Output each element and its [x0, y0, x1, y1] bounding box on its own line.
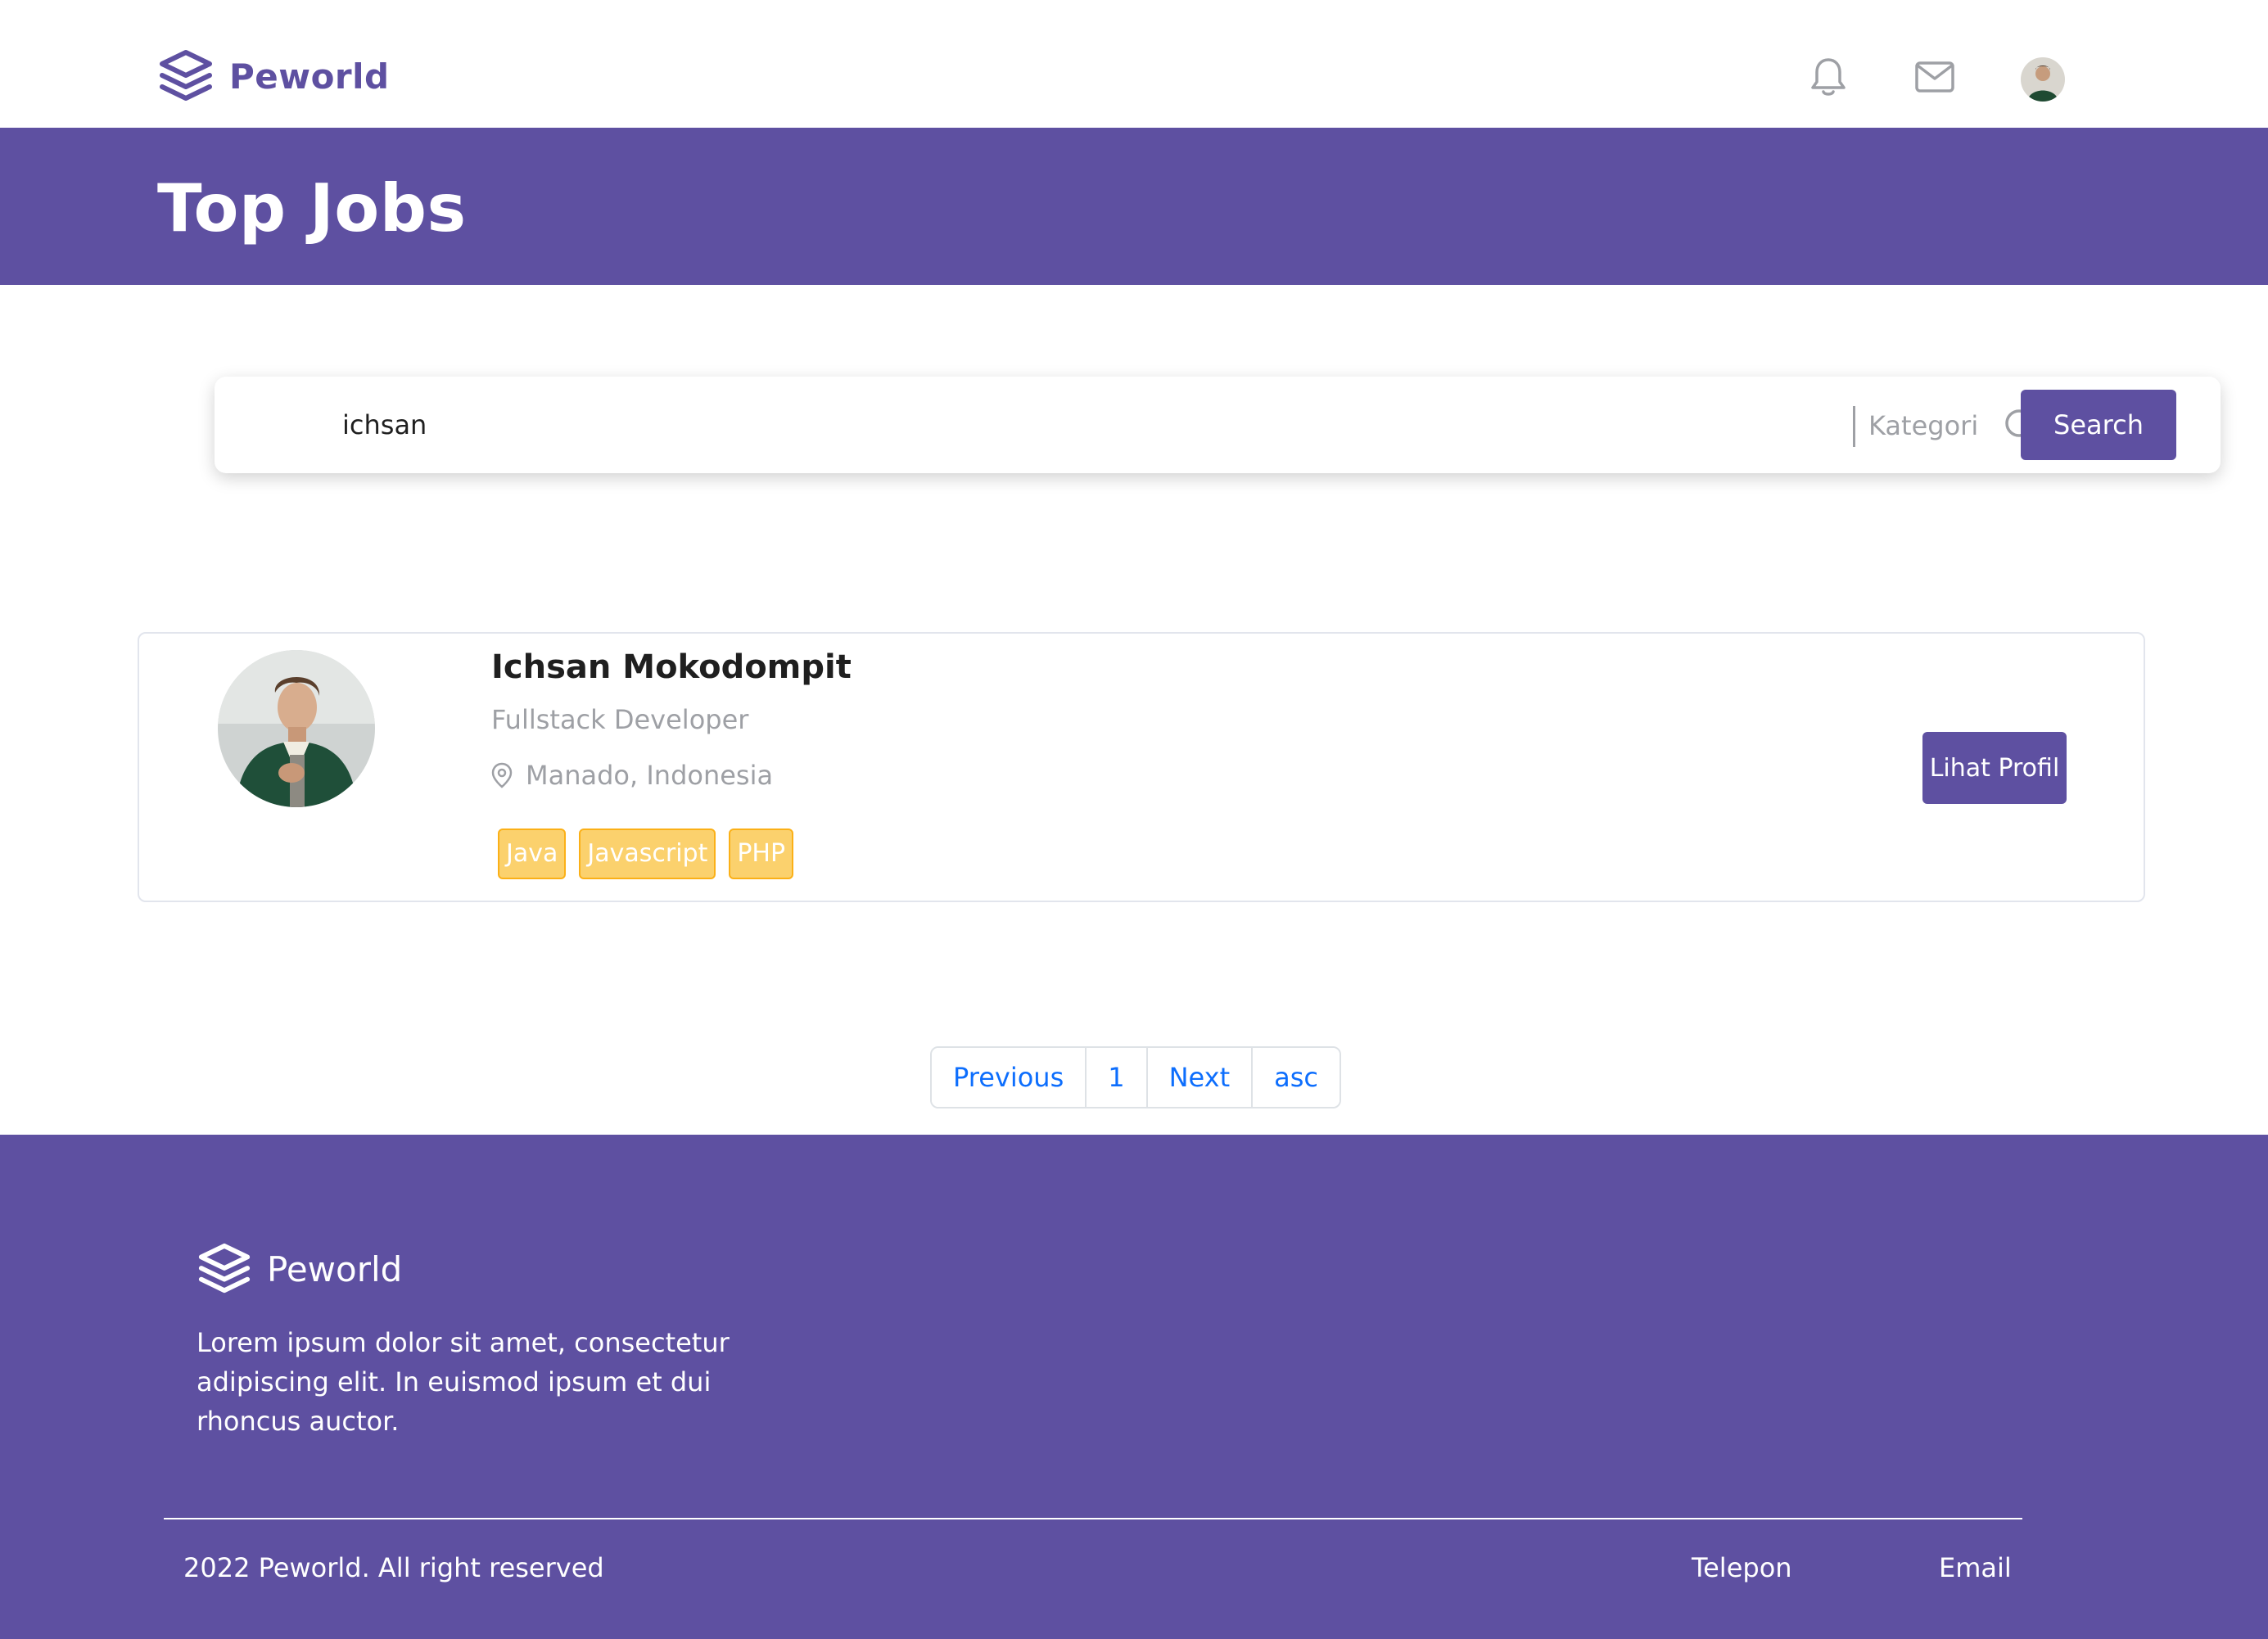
skill-badge: Java: [498, 829, 567, 879]
skill-badge: Javascript: [579, 829, 716, 879]
hero-banner: Top Jobs: [0, 128, 2268, 285]
search-divider: [1853, 406, 1855, 447]
bell-icon[interactable]: [1807, 56, 1850, 98]
talent-photo: [218, 650, 375, 807]
mail-icon[interactable]: [1913, 56, 1956, 98]
footer-brand[interactable]: Peworld: [197, 1241, 402, 1297]
copyright-text: 2022 Peworld. All right reserved: [183, 1552, 604, 1583]
talent-role: Fullstack Developer: [491, 704, 749, 735]
search-button[interactable]: Search: [2021, 390, 2176, 460]
layers-logo-icon: [160, 50, 212, 101]
footer-brand-name: Peworld: [267, 1248, 403, 1289]
pagination-page-1[interactable]: 1: [1087, 1048, 1148, 1107]
skill-list: Java Javascript PHP: [498, 829, 794, 879]
pagination-previous[interactable]: Previous: [932, 1048, 1087, 1107]
pagination-next[interactable]: Next: [1147, 1048, 1254, 1107]
user-avatar[interactable]: [2021, 57, 2065, 102]
footer: Peworld Lorem ipsum dolor sit amet, cons…: [0, 1135, 2268, 1639]
pagination: Previous 1 Next asc: [930, 1046, 1342, 1108]
brand-name: Peworld: [229, 56, 390, 97]
talent-name: Ichsan Mokodompit: [491, 648, 852, 686]
map-pin-icon: [491, 762, 513, 788]
navbar: Peworld: [0, 0, 2268, 128]
search-input[interactable]: [342, 401, 1898, 449]
footer-link-email[interactable]: Email: [1939, 1552, 2012, 1583]
talent-card: Ichsan Mokodompit Fullstack Developer Ma…: [138, 632, 2145, 902]
footer-description: Lorem ipsum dolor sit amet, consectetur …: [197, 1327, 730, 1437]
view-profile-button[interactable]: Lihat Profil: [1922, 732, 2067, 804]
search-bar: Kategori Search: [215, 377, 2221, 473]
footer-divider: [164, 1518, 2022, 1519]
brand-logo-link[interactable]: Peworld: [157, 47, 390, 105]
layers-logo-icon: [198, 1243, 251, 1294]
location-text: Manado, Indonesia: [526, 760, 774, 791]
footer-link-telepon[interactable]: Telepon: [1692, 1552, 1792, 1583]
skill-badge: PHP: [729, 829, 794, 879]
sort-order[interactable]: asc: [1253, 1048, 1340, 1107]
category-select[interactable]: Kategori: [1868, 404, 1978, 447]
talent-location: Manado, Indonesia: [491, 760, 773, 791]
page-title: Top Jobs: [157, 170, 467, 246]
